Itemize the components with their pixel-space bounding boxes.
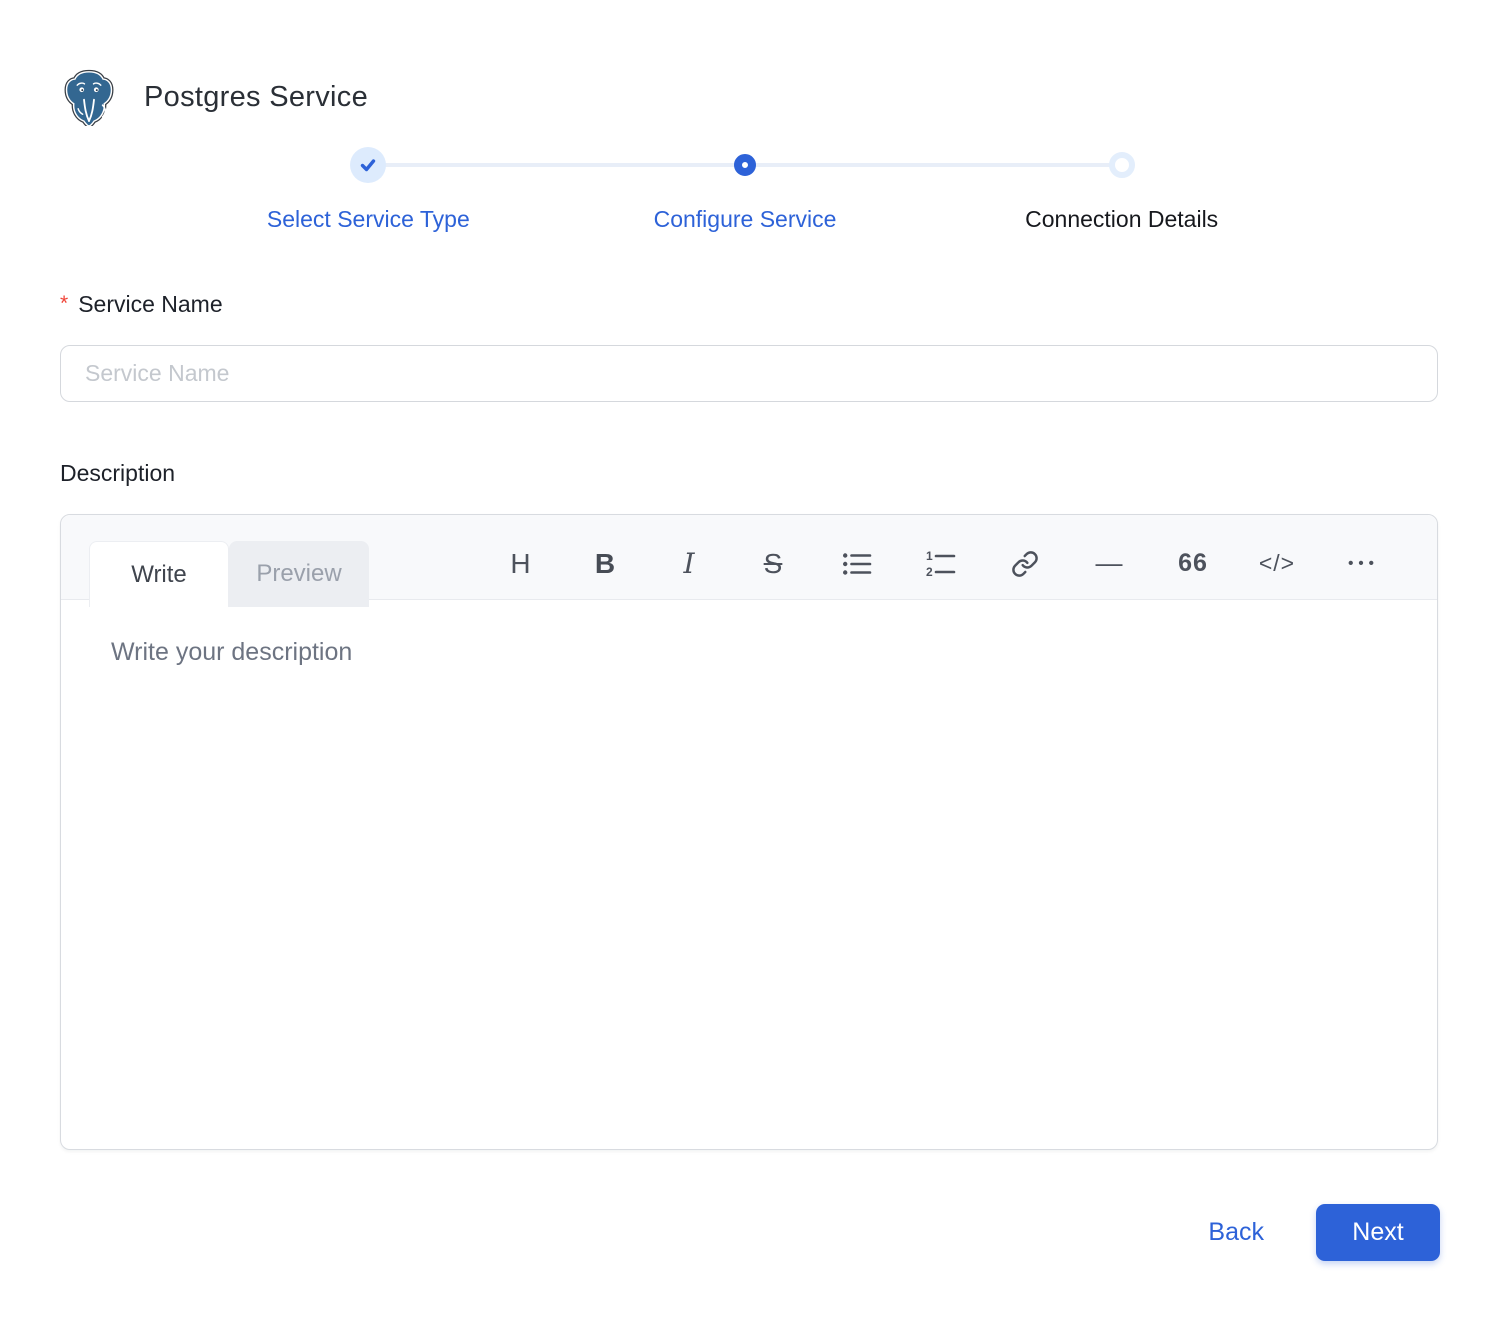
editor-toolbar: Write Preview H B I S 1 2 bbox=[61, 515, 1437, 600]
description-editor: Write Preview H B I S 1 2 bbox=[60, 514, 1438, 1150]
quote-icon[interactable]: 66 bbox=[1171, 542, 1215, 586]
step-label: Configure Service bbox=[654, 206, 837, 233]
description-textarea[interactable] bbox=[61, 600, 1437, 1149]
next-button[interactable]: Next bbox=[1316, 1204, 1440, 1261]
check-icon bbox=[359, 156, 377, 174]
required-asterisk: * bbox=[60, 292, 68, 315]
step-circle-wrap bbox=[734, 146, 756, 184]
step-configure-service[interactable]: Configure Service bbox=[557, 146, 934, 233]
service-name-label: * Service Name bbox=[60, 291, 1444, 318]
step-circle-wrap bbox=[350, 146, 386, 184]
svg-text:2: 2 bbox=[926, 565, 933, 578]
step-circle-wrap bbox=[1109, 146, 1135, 184]
step-label: Connection Details bbox=[1025, 206, 1218, 233]
service-name-label-text: Service Name bbox=[78, 291, 222, 317]
step-upcoming-circle bbox=[1109, 152, 1135, 178]
more-options-icon[interactable]: ••• bbox=[1339, 542, 1383, 586]
svg-text:1: 1 bbox=[926, 550, 933, 563]
step-completed-circle bbox=[350, 147, 386, 183]
italic-icon[interactable]: I bbox=[667, 542, 711, 586]
bold-icon[interactable]: B bbox=[583, 542, 627, 586]
editor-tabs: Write Preview bbox=[89, 541, 369, 607]
service-name-input[interactable] bbox=[60, 345, 1438, 402]
page-header: Postgres Service bbox=[0, 0, 1504, 126]
footer-actions: Back Next bbox=[0, 1204, 1440, 1261]
postgresql-elephant-icon bbox=[60, 68, 118, 126]
page-title: Postgres Service bbox=[144, 81, 368, 114]
back-button[interactable]: Back bbox=[1208, 1218, 1264, 1247]
editor-toolbar-icons: H B I S 1 2 bbox=[499, 515, 1383, 600]
tab-preview[interactable]: Preview bbox=[229, 541, 369, 607]
ordered-list-icon[interactable]: 1 2 bbox=[919, 542, 963, 586]
description-label-text: Description bbox=[60, 460, 175, 486]
stepper: Select Service Type Configure Service Co… bbox=[180, 146, 1310, 233]
strikethrough-icon[interactable]: S bbox=[751, 542, 795, 586]
tab-write[interactable]: Write bbox=[89, 541, 229, 607]
code-icon[interactable]: </> bbox=[1255, 542, 1299, 586]
step-active-circle bbox=[734, 154, 756, 176]
step-connection-details[interactable]: Connection Details bbox=[933, 146, 1310, 233]
link-icon[interactable] bbox=[1003, 542, 1047, 586]
step-select-service-type[interactable]: Select Service Type bbox=[180, 146, 557, 233]
step-label: Select Service Type bbox=[267, 206, 470, 233]
description-label: Description bbox=[60, 460, 1444, 487]
heading-icon[interactable]: H bbox=[499, 542, 543, 586]
horizontal-rule-icon[interactable]: — bbox=[1087, 542, 1131, 586]
unordered-list-icon[interactable] bbox=[835, 542, 879, 586]
